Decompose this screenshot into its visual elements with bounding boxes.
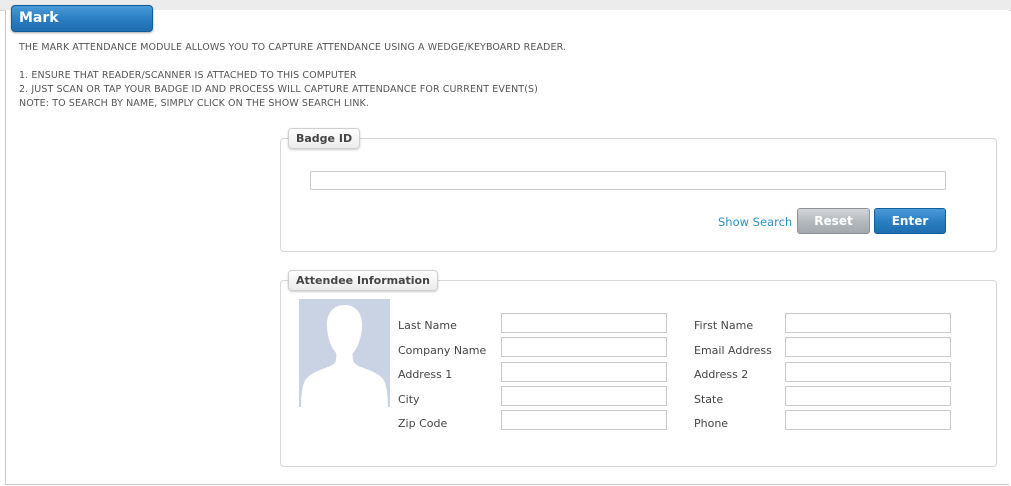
page-title: Mark Attendance (11, 5, 153, 51)
reset-button[interactable]: Reset (797, 208, 870, 234)
address-1-input[interactable] (501, 362, 667, 382)
state-label: State (694, 393, 724, 406)
intro-step-1: 1. ENSURE THAT READER/SCANNER IS ATTACHE… (19, 70, 357, 81)
zip-code-input[interactable] (501, 410, 667, 430)
zip-code-label: Zip Code (398, 417, 448, 430)
badge-id-legend: Badge ID (288, 128, 361, 149)
person-silhouette-icon (301, 305, 388, 407)
first-name-input[interactable] (785, 313, 951, 333)
last-name-input[interactable] (501, 313, 667, 333)
show-search-link[interactable]: Show Search (718, 215, 792, 229)
phone-input[interactable] (785, 410, 951, 430)
attendee-information-section: Attendee Information Last Name First Nam… (280, 270, 997, 467)
address-2-input[interactable] (785, 362, 951, 382)
city-label: City (398, 393, 420, 406)
company-name-label: Company Name (398, 344, 487, 357)
attendee-photo (299, 299, 390, 407)
phone-label: Phone (694, 417, 729, 430)
company-name-input[interactable] (501, 337, 667, 357)
last-name-label: Last Name (398, 319, 457, 332)
city-input[interactable] (501, 386, 667, 406)
first-name-label: First Name (694, 319, 754, 332)
address-2-label: Address 2 (694, 368, 749, 381)
badge-id-input[interactable] (310, 171, 946, 190)
email-address-input[interactable] (785, 337, 951, 357)
badge-id-section: Badge ID Show Search Reset Enter (280, 128, 997, 252)
intro-step-2: 2. JUST SCAN OR TAP YOUR BADGE ID AND PR… (19, 84, 538, 95)
enter-button[interactable]: Enter (874, 208, 946, 234)
intro-note: NOTE: TO SEARCH BY NAME, SIMPLY CLICK ON… (19, 98, 369, 109)
email-address-label: Email Address (694, 344, 772, 357)
intro-description: THE MARK ATTENDANCE MODULE ALLOWS YOU TO… (19, 42, 567, 53)
address-1-label: Address 1 (398, 368, 453, 381)
state-input[interactable] (785, 386, 951, 406)
attendee-information-legend: Attendee Information (288, 270, 438, 291)
